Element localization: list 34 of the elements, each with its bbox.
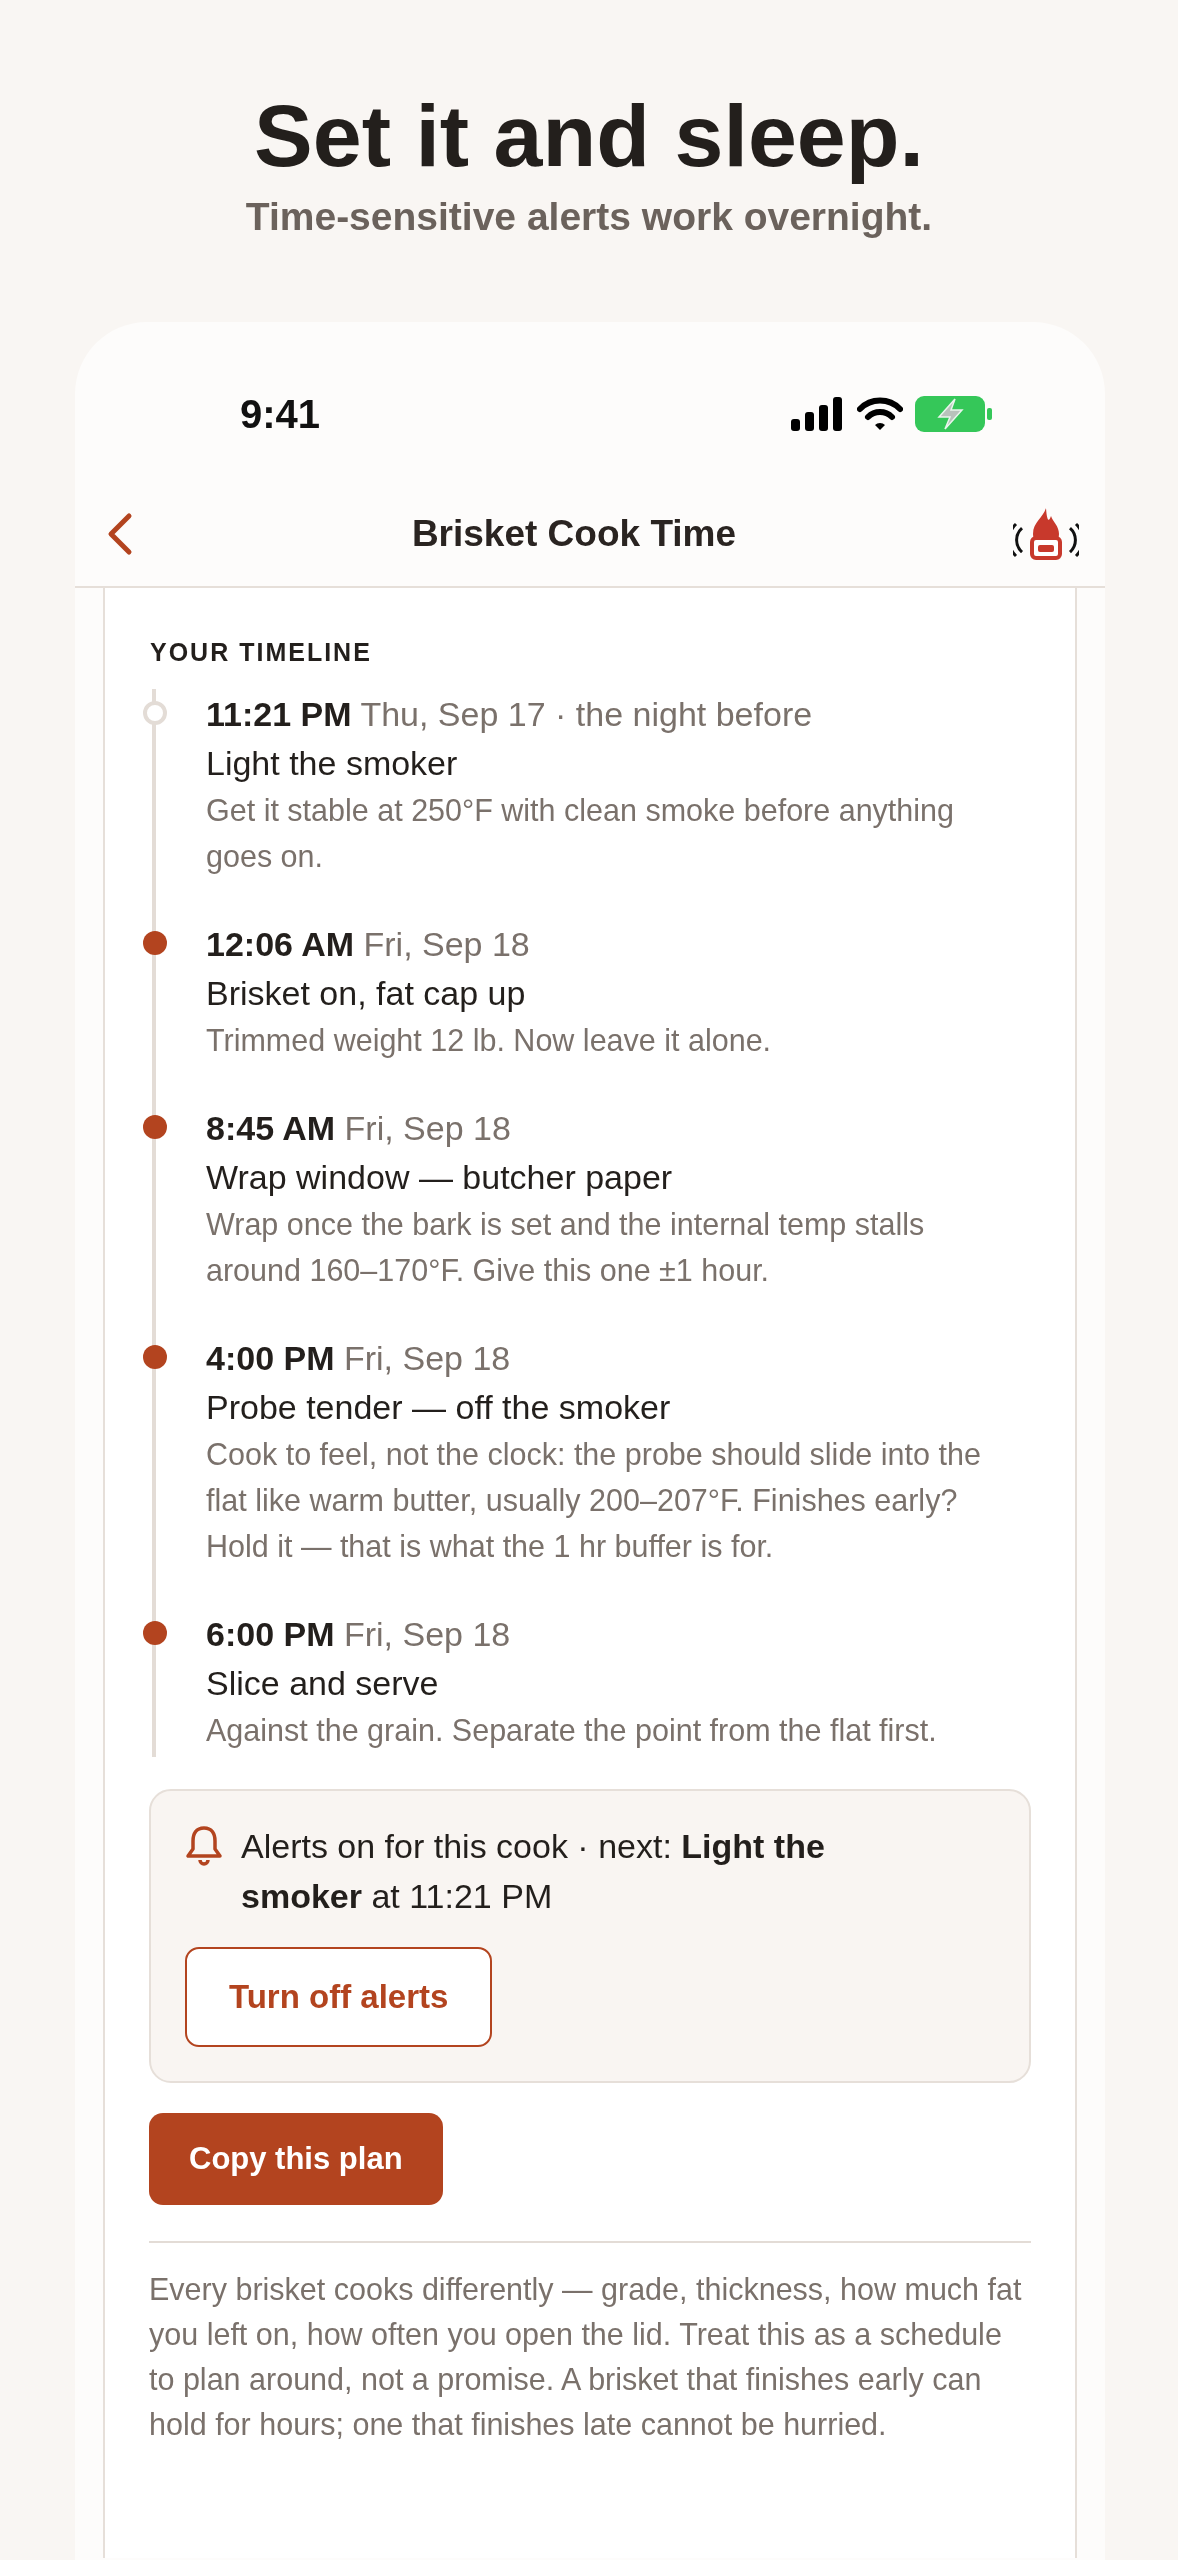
step-title: Slice and serve bbox=[206, 1663, 440, 1704]
copy-plan-button[interactable]: Copy this plan bbox=[149, 2113, 443, 2205]
turn-off-alerts-button[interactable]: Turn off alerts bbox=[185, 1947, 493, 2047]
step-title: Light the smoker bbox=[206, 743, 459, 784]
step-note: Get it stable at 250°F with clean smoke before anything goes on. bbox=[206, 792, 955, 876]
clock-time: 9:41 bbox=[240, 391, 322, 437]
step-time: 4:00 PM bbox=[206, 1339, 335, 1377]
signal-icon bbox=[791, 397, 845, 431]
headline: Set it and sleep. bbox=[253, 86, 925, 186]
disclaimer-text: Every brisket cooks differently — grade, thickness, how much fat you left on, how often you open the lid. Treat this as a schedule to plan around, not a promise. A brisket that finishes early can hold for hours; one that finishes late cannot be hurried. bbox=[149, 2271, 1023, 2443]
step-time: 6:00 PM bbox=[206, 1615, 335, 1653]
step-note: Against the grain. Separate the point from the flat first. bbox=[206, 1712, 938, 1750]
step-note: Cook to feel, not the clock: the probe should slide into the flat like warm butter, usually 200–207°F. Finishes early? Hold it — that is what the 1 hr buffer is for. bbox=[206, 1436, 982, 1565]
step-time: 8:45 AM bbox=[206, 1109, 336, 1147]
step-time: 11:21 PM bbox=[206, 695, 352, 733]
step-date: Fri, Sep 18 bbox=[344, 1109, 511, 1147]
step-title: Brisket on, fat cap up bbox=[206, 973, 527, 1014]
section-heading: YOUR TIMELINE bbox=[150, 638, 373, 667]
flame-alarm-icon bbox=[1013, 506, 1079, 562]
step-title: Probe tender — off the smoker bbox=[206, 1387, 672, 1428]
bell-icon bbox=[185, 1825, 223, 1867]
step-date: Fri, Sep 18 bbox=[343, 1339, 511, 1377]
screen-title: Brisket Cook Time bbox=[410, 513, 738, 555]
battery-charging-icon bbox=[915, 396, 993, 432]
step-time: 12:06 AM bbox=[206, 925, 355, 963]
step-note: Wrap once the bark is set and the internal temp stalls around 160–170°F. Give this one ±1 hour. bbox=[206, 1206, 926, 1289]
subheadline: Time-sensitive alerts work overnight. bbox=[244, 194, 934, 240]
step-note: Trimmed weight 12 lb. Now leave it alone. bbox=[206, 1022, 773, 1060]
step-date: Thu, Sep 17 · the night before bbox=[360, 695, 813, 733]
step-date: Fri, Sep 18 bbox=[343, 1615, 511, 1653]
step-date: Fri, Sep 18 bbox=[363, 925, 530, 963]
wifi-icon bbox=[857, 397, 903, 431]
alert-message: Alerts on for this cook · next: Light the smoker at 11:21 PM bbox=[241, 1826, 826, 1917]
step-title: Wrap window — butcher paper bbox=[206, 1157, 674, 1198]
